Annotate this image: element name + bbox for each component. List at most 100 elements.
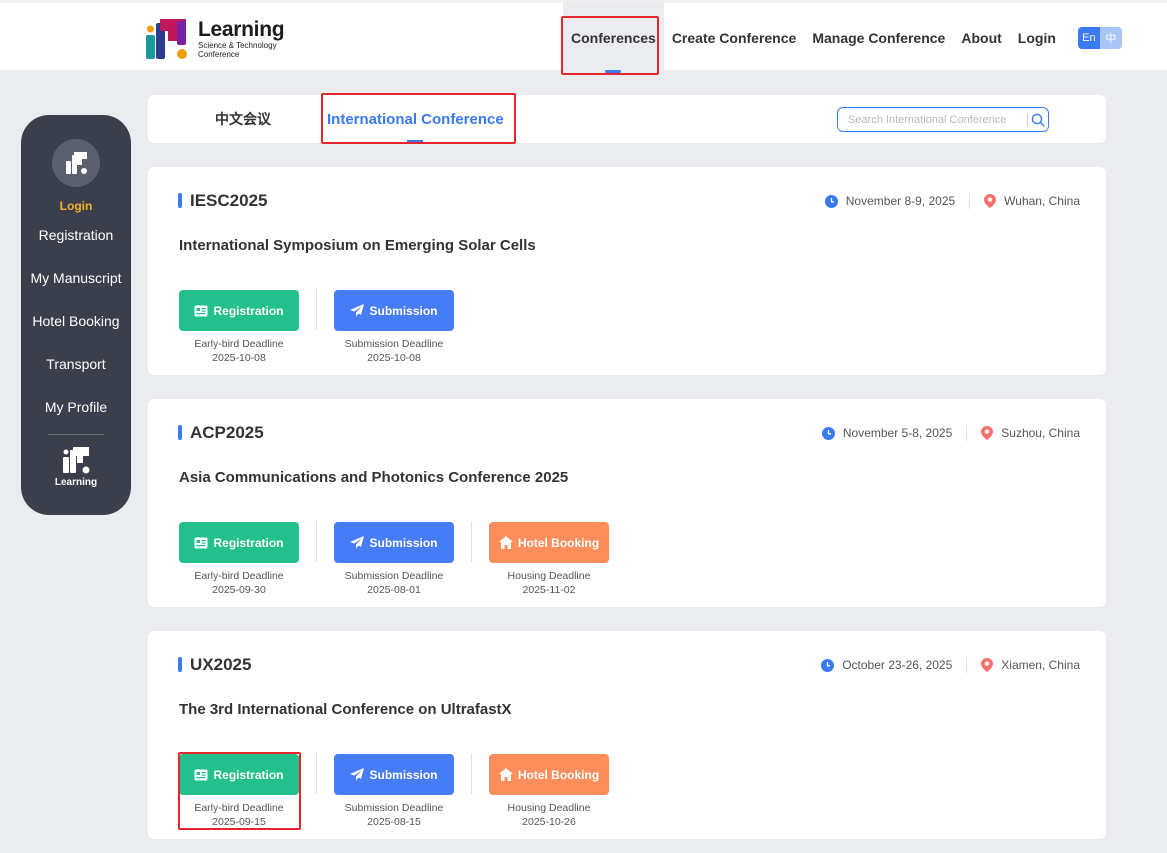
tab-international-conference[interactable]: International Conference bbox=[327, 95, 504, 143]
deadline-date: 2025-11-02 bbox=[522, 584, 576, 596]
conference-location: Wuhan, China bbox=[1004, 194, 1080, 208]
submission-action: Submission Submission Deadline 2025-08-1… bbox=[334, 754, 454, 829]
conference-date: November 8-9, 2025 bbox=[845, 194, 956, 208]
deadline-date: 2025-08-15 bbox=[367, 816, 421, 828]
registration-button-label: Registration bbox=[213, 303, 284, 318]
hotel-booking-button[interactable]: Hotel Booking bbox=[489, 522, 609, 563]
avatar[interactable] bbox=[52, 139, 100, 187]
sidebar-item-transport[interactable]: Transport bbox=[46, 342, 105, 385]
action-separator bbox=[471, 522, 472, 562]
action-separator bbox=[316, 290, 317, 330]
submission-button-label: Submission bbox=[369, 303, 438, 318]
action-separator bbox=[316, 522, 317, 562]
conference-title[interactable]: The 3rd International Conference on Ultr… bbox=[179, 701, 512, 718]
registration-button[interactable]: Registration bbox=[179, 754, 299, 795]
registration-button[interactable]: Registration bbox=[179, 522, 299, 563]
sidebar-login-link[interactable]: Login bbox=[60, 199, 93, 213]
deadline-label: Submission Deadline bbox=[344, 338, 444, 350]
submission-button[interactable]: Submission bbox=[334, 522, 454, 563]
conference-date: October 23-26, 2025 bbox=[842, 658, 953, 672]
hotel-booking-action: Hotel Booking Housing Deadline 2025-11-0… bbox=[489, 522, 609, 597]
submission-button[interactable]: Submission bbox=[334, 754, 454, 795]
home-icon bbox=[498, 536, 513, 549]
sidebar-divider bbox=[48, 434, 104, 435]
conference-card: IESC2025 November 8-9, 2025 Wuhan, China… bbox=[148, 167, 1106, 375]
sidebar-logo-text: Learning bbox=[54, 477, 98, 488]
conference-code: ACP2025 bbox=[178, 423, 264, 443]
nav-conferences[interactable]: Conferences bbox=[563, 3, 664, 73]
deadline-date: 2025-08-01 bbox=[367, 584, 421, 596]
submission-button-label: Submission bbox=[369, 535, 438, 550]
floating-sidebar: Login Registration My Manuscript Hotel B… bbox=[21, 115, 131, 515]
conference-meta: October 23-26, 2025 Xiamen, China bbox=[821, 657, 1080, 673]
nav-manage-conference[interactable]: Manage Conference bbox=[804, 3, 953, 73]
location-pin-icon bbox=[981, 426, 994, 440]
logo-mark-icon bbox=[146, 17, 190, 61]
registration-action: Registration Early-bird Deadline 2025-09… bbox=[179, 522, 299, 597]
logo-subtitle: Conference bbox=[198, 50, 240, 59]
conference-location: Xiamen, China bbox=[1001, 658, 1080, 672]
avatar-logo-icon bbox=[66, 152, 87, 174]
home-icon bbox=[498, 768, 513, 781]
submission-button-label: Submission bbox=[369, 767, 438, 782]
hotel-booking-button-label: Hotel Booking bbox=[517, 535, 600, 550]
paper-plane-icon bbox=[350, 768, 365, 781]
registration-form-icon bbox=[194, 537, 208, 549]
registration-action: Registration Early-bird Deadline 2025-10… bbox=[179, 290, 299, 365]
conference-meta: November 5-8, 2025 Suzhou, China bbox=[821, 425, 1080, 441]
main-nav: Conferences Create Conference Manage Con… bbox=[563, 3, 1122, 73]
deadline-date: 2025-09-30 bbox=[212, 584, 266, 596]
conference-title[interactable]: Asia Communications and Photonics Confer… bbox=[179, 469, 568, 486]
logo-title: Learning bbox=[198, 18, 285, 41]
tab-chinese-conference[interactable]: 中文会议 bbox=[215, 95, 271, 143]
search-input[interactable] bbox=[848, 113, 1028, 126]
deadline-date: 2025-10-26 bbox=[522, 816, 576, 828]
registration-action: Registration Early-bird Deadline 2025-09… bbox=[179, 754, 299, 829]
submission-button[interactable]: Submission bbox=[334, 290, 454, 331]
action-separator bbox=[471, 754, 472, 794]
nav-login[interactable]: Login bbox=[1010, 3, 1064, 73]
registration-button[interactable]: Registration bbox=[179, 290, 299, 331]
top-header: Learning Science & Technology Conference… bbox=[0, 0, 1167, 73]
conference-location: Suzhou, China bbox=[1001, 426, 1080, 440]
sidebar-item-registration[interactable]: Registration bbox=[39, 213, 114, 256]
sidebar-item-my-manuscript[interactable]: My Manuscript bbox=[30, 256, 121, 299]
nav-create-conference[interactable]: Create Conference bbox=[664, 3, 805, 73]
deadline-date: 2025-10-08 bbox=[367, 352, 421, 364]
location-pin-icon bbox=[984, 194, 997, 208]
sidebar-logo: Learning bbox=[55, 447, 97, 488]
deadline-label: Housing Deadline bbox=[507, 570, 591, 582]
hotel-booking-button-label: Hotel Booking bbox=[517, 767, 600, 782]
conference-card: UX2025 October 23-26, 2025 Xiamen, China… bbox=[148, 631, 1106, 839]
submission-action: Submission Submission Deadline 2025-08-0… bbox=[334, 522, 454, 597]
hotel-booking-action: Hotel Booking Housing Deadline 2025-10-2… bbox=[489, 754, 609, 829]
conference-tabs: 中文会议 International Conference bbox=[148, 95, 1106, 143]
learning-logo-icon bbox=[62, 447, 90, 474]
conference-actions: Registration Early-bird Deadline 2025-09… bbox=[179, 754, 609, 829]
conference-meta: November 8-9, 2025 Wuhan, China bbox=[824, 193, 1080, 209]
registration-form-icon bbox=[194, 305, 208, 317]
conference-card: ACP2025 November 5-8, 2025 Suzhou, China… bbox=[148, 399, 1106, 607]
hotel-booking-button[interactable]: Hotel Booking bbox=[489, 754, 609, 795]
sidebar-item-hotel-booking[interactable]: Hotel Booking bbox=[32, 299, 119, 342]
sidebar-item-my-profile[interactable]: My Profile bbox=[45, 385, 107, 428]
lang-zh-button[interactable]: 中 bbox=[1099, 27, 1122, 49]
conference-actions: Registration Early-bird Deadline 2025-09… bbox=[179, 522, 609, 597]
deadline-date: 2025-10-08 bbox=[212, 352, 266, 364]
paper-plane-icon bbox=[350, 536, 365, 549]
meta-separator bbox=[969, 193, 971, 209]
conference-title[interactable]: International Symposium on Emerging Sola… bbox=[179, 237, 536, 254]
deadline-label: Early-bird Deadline bbox=[194, 338, 284, 350]
search-icon[interactable] bbox=[1028, 113, 1048, 127]
action-separator bbox=[316, 754, 317, 794]
deadline-label: Submission Deadline bbox=[344, 570, 444, 582]
site-logo[interactable]: Learning Science & Technology Conference bbox=[146, 17, 285, 61]
registration-button-label: Registration bbox=[213, 767, 284, 782]
meta-separator bbox=[966, 657, 968, 673]
nav-about[interactable]: About bbox=[953, 3, 1009, 73]
deadline-label: Early-bird Deadline bbox=[194, 570, 284, 582]
meta-separator bbox=[966, 425, 968, 441]
lang-en-button[interactable]: En bbox=[1077, 27, 1100, 49]
conference-date: November 5-8, 2025 bbox=[842, 426, 953, 440]
registration-form-icon bbox=[194, 769, 208, 781]
